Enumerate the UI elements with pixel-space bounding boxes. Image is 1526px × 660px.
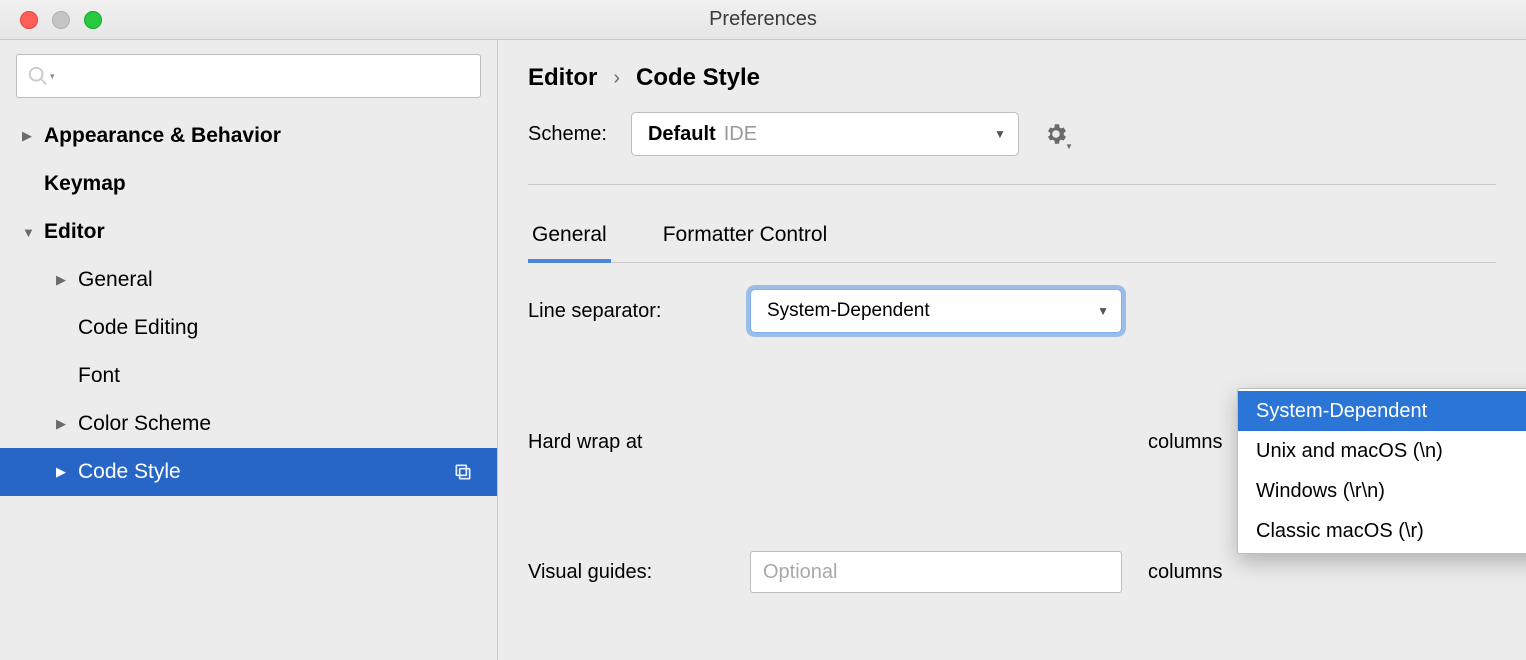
sidebar-item-label: Font xyxy=(78,364,120,388)
scheme-value: Default xyxy=(648,123,716,146)
tab-bar: General Formatter Control xyxy=(528,211,1496,263)
line-separator-dropdown: System-Dependent Unix and macOS (\n) Win… xyxy=(1237,388,1526,554)
expand-arrow-icon: ▶ xyxy=(22,128,38,144)
sidebar-item-label: Color Scheme xyxy=(78,412,211,436)
search-icon xyxy=(27,65,49,87)
sidebar-item-label: Code Style xyxy=(78,460,181,484)
search-input[interactable] xyxy=(61,65,470,87)
window-close-button[interactable] xyxy=(20,11,38,29)
tab-formatter-control[interactable]: Formatter Control xyxy=(659,211,832,262)
preferences-tree: ▶ Appearance & Behavior ▶ Keymap ▼ Edito… xyxy=(0,112,497,496)
breadcrumb-current: Code Style xyxy=(636,64,760,92)
visual-guides-row: Visual guides: columns xyxy=(528,551,1496,593)
sidebar-item-label: Appearance & Behavior xyxy=(44,124,281,148)
sidebar-item-font[interactable]: ▶ Font xyxy=(0,352,497,400)
breadcrumb: Editor › Code Style xyxy=(528,64,1496,92)
preferences-content: Editor › Code Style Scheme: Default IDE … xyxy=(498,40,1526,660)
search-field[interactable]: ▾ xyxy=(16,54,481,98)
chevron-down-icon: ▼ xyxy=(1065,142,1073,151)
line-separator-select[interactable]: System-Dependent ▼ xyxy=(750,289,1122,333)
hard-wrap-unit: columns xyxy=(1148,431,1222,454)
visual-guides-label: Visual guides: xyxy=(528,561,724,584)
breadcrumb-parent[interactable]: Editor xyxy=(528,64,597,92)
preferences-sidebar: ▾ ▶ Appearance & Behavior ▶ Keymap ▼ Edi… xyxy=(0,40,498,660)
collapse-arrow-icon: ▼ xyxy=(22,225,38,240)
sidebar-item-editor[interactable]: ▼ Editor xyxy=(0,208,497,256)
sidebar-item-general[interactable]: ▶ General xyxy=(0,256,497,304)
breadcrumb-separator-icon: › xyxy=(613,67,620,90)
hard-wrap-label: Hard wrap at xyxy=(528,431,724,454)
chevron-down-icon: ▼ xyxy=(1097,304,1109,318)
dropdown-item-unix-macos[interactable]: Unix and macOS (\n) xyxy=(1238,431,1526,471)
sidebar-item-label: Keymap xyxy=(44,172,126,196)
window-title: Preferences xyxy=(0,8,1526,31)
dropdown-item-classic-macos[interactable]: Classic macOS (\r) xyxy=(1238,511,1526,551)
chevron-down-icon: ▼ xyxy=(994,127,1006,141)
sidebar-item-keymap[interactable]: ▶ Keymap xyxy=(0,160,497,208)
visual-guides-unit: columns xyxy=(1148,561,1222,584)
line-separator-row: Line separator: System-Dependent ▼ xyxy=(528,289,1496,333)
sidebar-item-label: General xyxy=(78,268,153,292)
line-separator-label: Line separator: xyxy=(528,300,724,323)
copy-scheme-icon xyxy=(453,462,473,482)
dropdown-item-windows[interactable]: Windows (\r\n) xyxy=(1238,471,1526,511)
sidebar-item-label: Editor xyxy=(44,220,105,244)
visual-guides-input[interactable] xyxy=(750,551,1122,593)
scheme-scope: IDE xyxy=(724,123,757,146)
window-maximize-button[interactable] xyxy=(84,11,102,29)
sidebar-item-label: Code Editing xyxy=(78,316,198,340)
expand-arrow-icon: ▶ xyxy=(56,416,72,432)
sidebar-item-code-editing[interactable]: ▶ Code Editing xyxy=(0,304,497,352)
sidebar-item-color-scheme[interactable]: ▶ Color Scheme xyxy=(0,400,497,448)
window-minimize-button[interactable] xyxy=(52,11,70,29)
scheme-select[interactable]: Default IDE ▼ xyxy=(631,112,1019,156)
scheme-settings-button[interactable]: ▼ xyxy=(1043,121,1069,147)
line-separator-value: System-Dependent xyxy=(767,300,930,322)
window-controls xyxy=(20,11,102,29)
tab-general[interactable]: General xyxy=(528,211,611,263)
sidebar-item-appearance-behavior[interactable]: ▶ Appearance & Behavior xyxy=(0,112,497,160)
dropdown-item-system-dependent[interactable]: System-Dependent xyxy=(1238,391,1526,431)
search-dropdown-chevron-icon: ▾ xyxy=(50,71,55,82)
scheme-label: Scheme: xyxy=(528,123,607,146)
window-titlebar: Preferences xyxy=(0,0,1526,40)
sidebar-item-code-style[interactable]: ▶ Code Style xyxy=(0,448,497,496)
expand-arrow-icon: ▶ xyxy=(56,464,72,480)
expand-arrow-icon: ▶ xyxy=(56,272,72,288)
